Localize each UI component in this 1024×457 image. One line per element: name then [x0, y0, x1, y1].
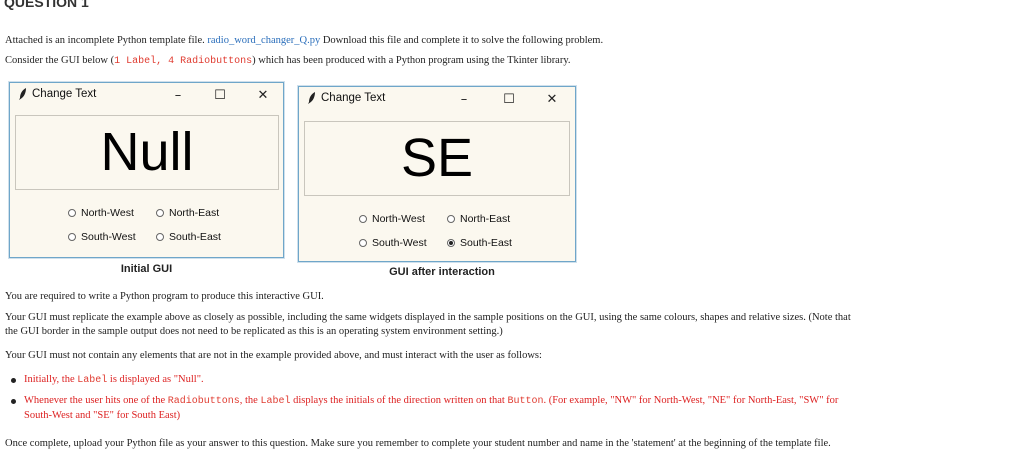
radio-indicator[interactable]	[447, 215, 455, 223]
bullet2-d: . (For example, "NW" for North-West, "NE…	[543, 395, 839, 406]
radio-label: South-East	[460, 237, 512, 249]
radio-north-east[interactable]: North-East	[447, 213, 510, 225]
attached-prefix: Attached is an incomplete Python templat…	[5, 35, 205, 46]
attached-suffix: Download this file and complete it to so…	[322, 35, 604, 46]
question-heading: QUESTION 1	[4, 0, 89, 10]
radio-north-west[interactable]: North-West	[68, 207, 134, 219]
close-icon[interactable]: ✕	[253, 86, 273, 106]
maximize-icon[interactable]: ☐	[210, 86, 230, 106]
consider-prefix: Consider the GUI below (	[5, 55, 115, 66]
caption-after: GUI after interaction	[389, 266, 495, 278]
replicate-text-line2: the GUI border in the sample output does…	[5, 326, 503, 337]
initial-gui-window: Change Text – ☐ ✕ Null North-West North-…	[9, 82, 284, 258]
bullet1-a: Initially, the	[24, 374, 78, 385]
window-titlebar[interactable]: Change Text – ☐ ✕	[299, 87, 575, 113]
feather-icon	[18, 88, 28, 104]
bullet2-c: displays the initials of the direction w…	[290, 395, 508, 406]
radio-indicator[interactable]	[359, 239, 367, 247]
caption-initial: Initial GUI	[120, 263, 173, 275]
radiobuttons-code: Radiobuttons	[167, 396, 240, 407]
minimize-icon[interactable]: –	[168, 86, 188, 106]
list-item: Initially, the Label is displayed as "Nu…	[10, 373, 838, 388]
button-code: Button	[507, 396, 544, 407]
radiobuttons-code: 4 Radiobuttons	[168, 56, 253, 67]
required-text: You are required to write a Python progr…	[5, 291, 324, 302]
radio-label: North-West	[372, 213, 425, 225]
close-icon[interactable]: ✕	[542, 90, 562, 110]
template-file-link[interactable]: radio_word_changer_Q.py	[207, 35, 320, 46]
bullet2-a: Whenever the user hits one of the	[24, 395, 168, 406]
replicate-text-line1: Your GUI must replicate the example abov…	[5, 312, 851, 323]
after-interaction-window: Change Text – ☐ ✕ SE North-West North-Ea…	[298, 86, 576, 262]
intro-line-consider: Consider the GUI below (1 Label, 4 Radio…	[5, 54, 571, 69]
bullet1-b: is displayed as "Null".	[107, 374, 204, 385]
radio-indicator-selected[interactable]	[447, 239, 455, 247]
window-title: Change Text	[32, 88, 97, 100]
closing-text: Once complete, upload your Python file a…	[5, 438, 831, 449]
window-titlebar[interactable]: Change Text – ☐ ✕	[10, 83, 283, 109]
label-code: 1 Label	[114, 56, 157, 67]
radio-label: South-West	[372, 237, 427, 249]
radio-indicator[interactable]	[156, 209, 164, 217]
radio-south-west[interactable]: South-West	[359, 237, 427, 249]
bullet2-b: , the	[239, 395, 261, 406]
bullet2-e: South-West and "SE" for South East)	[24, 410, 181, 421]
radio-indicator[interactable]	[68, 233, 76, 241]
window-title: Change Text	[321, 92, 386, 104]
radio-label: South-West	[81, 231, 136, 243]
list-item: Whenever the user hits one of the Radiob…	[10, 394, 839, 423]
radio-label: North-East	[169, 207, 220, 219]
radio-label: South-East	[169, 231, 221, 243]
consider-suffix: ) which has been produced with a Python …	[252, 55, 571, 66]
radio-label: North-East	[460, 213, 511, 225]
radio-indicator[interactable]	[68, 209, 76, 217]
maximize-icon[interactable]: ☐	[499, 90, 519, 110]
radio-south-east[interactable]: South-East	[156, 231, 221, 243]
radio-label: North-West	[81, 207, 134, 219]
label-code: Label	[260, 396, 291, 407]
radio-south-west[interactable]: South-West	[68, 231, 136, 243]
must-not-text: Your GUI must not contain any elements t…	[5, 350, 542, 361]
radio-indicator[interactable]	[359, 215, 367, 223]
feather-icon	[307, 92, 317, 108]
radio-north-east[interactable]: North-East	[156, 207, 219, 219]
requirements-list: Initially, the Label is displayed as "Nu…	[10, 373, 839, 429]
intro-line-attached: Attached is an incomplete Python templat…	[5, 34, 603, 48]
comma: ,	[156, 56, 169, 67]
text-label: SE	[304, 121, 570, 196]
label-code: Label	[77, 375, 108, 386]
radio-north-west[interactable]: North-West	[359, 213, 425, 225]
text-label: Null	[15, 115, 279, 190]
radio-south-east[interactable]: South-East	[447, 237, 512, 249]
minimize-icon[interactable]: –	[454, 90, 474, 110]
radio-indicator[interactable]	[156, 233, 164, 241]
